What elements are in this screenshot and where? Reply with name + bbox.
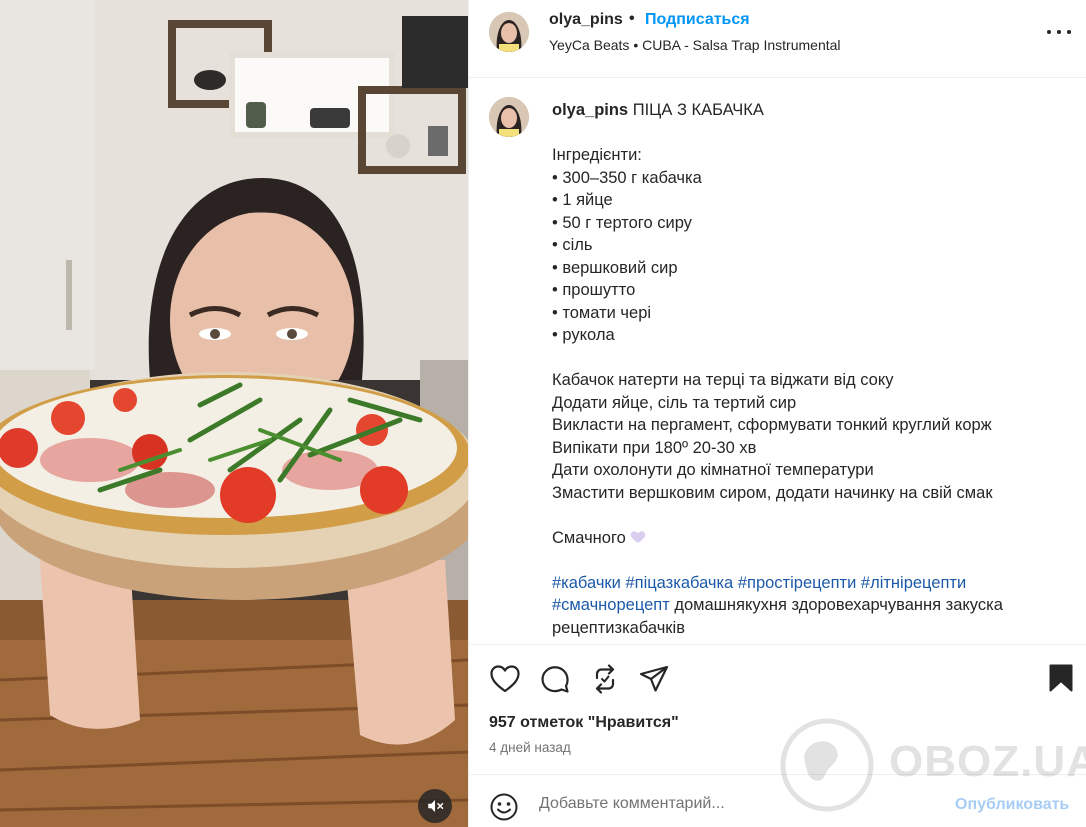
mute-button[interactable] [418,789,452,823]
post-video[interactable] [0,0,468,827]
header-separator: • [629,10,635,27]
avatar-image [489,12,529,52]
repost-arrows-icon [595,664,615,694]
caption-line: Змастити вершковим сиром, додати начинку… [552,483,993,502]
post-comment-button[interactable]: Опубликовать [955,796,1069,814]
caption-title-line: olya_pins ПІЦА З КАБАЧКА [552,99,1072,122]
video-frame [0,0,468,827]
purple-heart-icon [631,530,646,543]
caption-line: Викласти на пергамент, сформувати тонкий… [552,416,992,434]
like-button[interactable] [489,663,521,695]
comment-button[interactable] [539,663,571,695]
caption-line: • рукола [552,326,615,344]
hashtag-link[interactable]: #кабачки [552,574,621,592]
ellipsis-icon [1047,30,1051,34]
caption-line: Додати яйце, сіль та тертий сир [552,393,797,412]
caption-line: • сіль [552,236,593,254]
caption-line: • 50 г тертого сиру [552,213,692,232]
more-options-button[interactable] [1047,22,1071,42]
caption-title: ПІЦА З КАБАЧКА [632,101,764,119]
avatar[interactable] [489,12,529,52]
audio-track-link[interactable]: YeyCa Beats • CUBA - Salsa Trap Instrume… [549,37,841,53]
hashtag-link[interactable]: #літнірецепти [861,574,966,592]
post-actions: 957 отметок "Нравится" 4 дней назад [469,644,1086,774]
hashtag-link[interactable]: #простірецепти [738,574,856,592]
caption-line [552,347,1072,370]
share-button[interactable] [638,663,670,695]
caption-text: olya_pins ПІЦА З КАБАЧКА Інгредієнти: • 3… [552,99,1072,639]
follow-button[interactable]: Подписаться [645,11,750,29]
caption-line: • 1 яйце [552,191,613,209]
plain-tags-line-3: рецептизкабачків [552,618,685,637]
likes-count[interactable]: 957 отметок "Нравится" [489,714,679,732]
caption-scroll-area[interactable]: olya_pins ПІЦА З КАБАЧКА Інгредієнти: • 3… [469,78,1086,644]
bookmark-filled-icon [1049,664,1073,692]
caption-line: Інгредієнти: [552,146,642,164]
caption-line: • вершковий сир [552,258,678,277]
repost-button[interactable] [589,663,621,695]
comment-input[interactable] [539,791,929,817]
caption-line: Випікати при 180º 20-30 хв [552,438,757,457]
caption-line: • прошутто [552,281,636,299]
speech-bubble-icon [541,666,569,693]
avatar-image [489,97,529,137]
hashtag-link[interactable]: #піцазкабачка [625,574,733,592]
plain-tags: домашнякухня здоровехарчування закуска [674,596,1003,614]
caption-body: Інгредієнти: • 300–350 г кабачка • 1 яйце •… [552,122,1072,527]
caption-closing: Смачного [552,527,1072,550]
emoji-button[interactable] [489,792,519,822]
hashtags-line: #кабачки #піцазкабачка #простірецепти #л… [552,572,1072,595]
caption-line [552,122,1072,145]
caption-line: Кабачок натерти на терці та віджати від … [552,371,894,389]
caption-avatar[interactable] [489,97,529,137]
paper-plane-icon [639,665,669,692]
post-date[interactable]: 4 дней назад [489,740,571,755]
hashtags-line-2: #смачнорецепт домашнякухня здоровехарчув… [552,594,1072,617]
hashtag-link[interactable]: #смачнорецепт [552,596,670,614]
header-username[interactable]: olya_pins [549,11,623,29]
smiley-icon [490,793,518,821]
caption-line: • томати чері [552,303,652,322]
caption-username[interactable]: olya_pins [552,101,628,119]
save-button[interactable] [1045,662,1077,694]
caption-line: Дати охолонути до кімнатної температури [552,461,874,479]
post-header: olya_pins • Подписаться YeyCa Beats • CU… [469,0,1086,78]
caption-line: • 300–350 г кабачка [552,168,702,187]
speaker-muted-icon [428,800,444,812]
heart-outline-icon [490,665,520,693]
caption-line [552,504,1072,527]
post-details-panel: olya_pins • Подписаться YeyCa Beats • CU… [468,0,1086,827]
comment-bar: Опубликовать [469,774,1086,827]
